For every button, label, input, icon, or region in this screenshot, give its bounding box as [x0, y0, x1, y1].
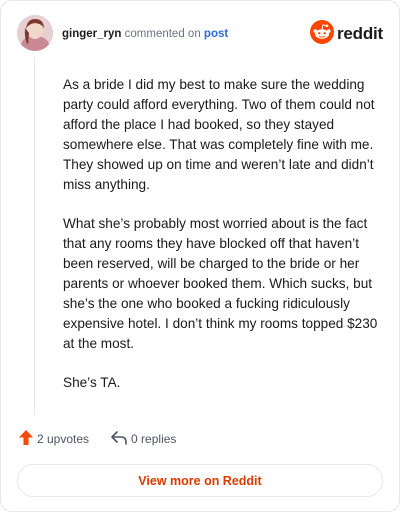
reddit-logo-icon	[309, 19, 334, 49]
reply-arrow-icon	[111, 430, 127, 448]
comment-body: As a bride I did my best to make sure th…	[63, 75, 385, 412]
reply-button[interactable]: 0 replies	[111, 430, 177, 448]
avatar-image	[17, 15, 53, 51]
upvote-arrow-icon	[19, 430, 33, 448]
comment-paragraph: What she’s probably most worried about i…	[63, 216, 378, 351]
comment-header: ginger_ryn commented on post reddit	[17, 15, 383, 53]
username[interactable]: ginger_ryn	[62, 28, 121, 40]
byline: ginger_ryn commented on post	[62, 27, 228, 41]
upvote-count: 2 upvotes	[37, 432, 90, 446]
comment-actions: 2 upvotes 0 replies	[19, 429, 198, 449]
avatar[interactable]	[17, 15, 53, 51]
post-link[interactable]: post	[204, 28, 228, 40]
action-text: commented on	[124, 28, 201, 40]
thread-line	[34, 57, 35, 415]
reply-count: 0 replies	[131, 432, 177, 446]
upvote-button[interactable]: 2 upvotes	[19, 430, 89, 448]
reddit-brand[interactable]: reddit	[309, 19, 383, 49]
comment-card: ginger_ryn commented on post reddit As a…	[0, 0, 400, 512]
view-more-button[interactable]: View more on Reddit	[17, 464, 383, 497]
comment-paragraph: She’s TA.	[63, 375, 121, 390]
comment-paragraph: As a bride I did my best to make sure th…	[63, 77, 375, 192]
brand-wordmark: reddit	[336, 24, 383, 43]
